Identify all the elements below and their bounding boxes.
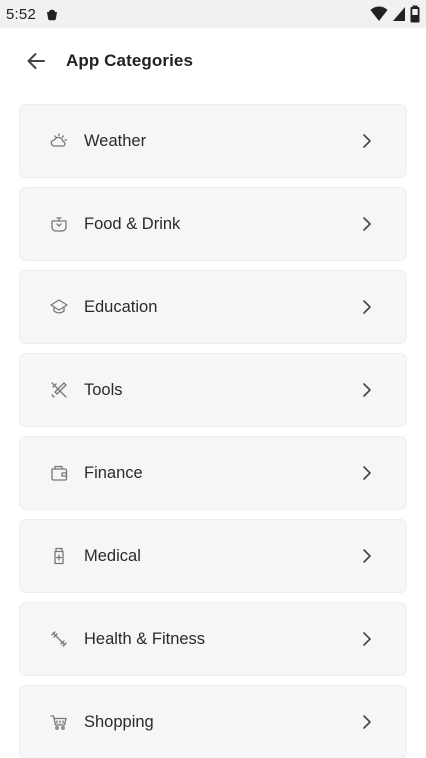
shopping-icon (48, 711, 70, 733)
signal-icon (392, 6, 406, 22)
category-list: Weather Food & Drink Education Tools Fin… (19, 104, 407, 758)
finance-icon (48, 462, 70, 484)
category-health-fitness[interactable]: Health & Fitness (19, 602, 407, 676)
chevron-right-icon (360, 298, 374, 316)
medical-icon (48, 545, 70, 567)
chevron-right-icon (360, 132, 374, 150)
tools-icon (48, 379, 70, 401)
category-education[interactable]: Education (19, 270, 407, 344)
wifi-icon (370, 6, 388, 22)
category-food-drink[interactable]: Food & Drink (19, 187, 407, 261)
app-bar: App Categories (0, 28, 426, 94)
education-icon (48, 296, 70, 318)
chevron-right-icon (360, 464, 374, 482)
status-time: 5:52 (6, 5, 36, 23)
category-label: Health & Fitness (84, 629, 206, 648)
category-label: Weather (84, 131, 147, 150)
battery-icon (410, 5, 420, 23)
chevron-right-icon (360, 215, 374, 233)
chevron-right-icon (360, 630, 374, 648)
weather-icon (48, 130, 70, 152)
category-label: Shopping (84, 712, 154, 731)
fitness-icon (48, 628, 70, 650)
back-arrow-icon (27, 53, 45, 69)
category-label: Medical (84, 546, 141, 565)
category-shopping[interactable]: Shopping (19, 685, 407, 758)
page-title: App Categories (66, 51, 194, 70)
category-finance[interactable]: Finance (19, 436, 407, 510)
back-button[interactable] (18, 43, 54, 79)
category-tools[interactable]: Tools (19, 353, 407, 427)
status-bar: 5:52 (0, 0, 426, 28)
chevron-right-icon (360, 713, 374, 731)
category-medical[interactable]: Medical (19, 519, 407, 593)
category-label: Food & Drink (84, 214, 181, 233)
category-label: Tools (84, 380, 123, 399)
chevron-right-icon (360, 381, 374, 399)
notification-icon (44, 6, 60, 22)
category-weather[interactable]: Weather (19, 104, 407, 178)
category-label: Finance (84, 463, 143, 482)
category-label: Education (84, 297, 158, 316)
chevron-right-icon (360, 547, 374, 565)
food-icon (48, 213, 70, 235)
